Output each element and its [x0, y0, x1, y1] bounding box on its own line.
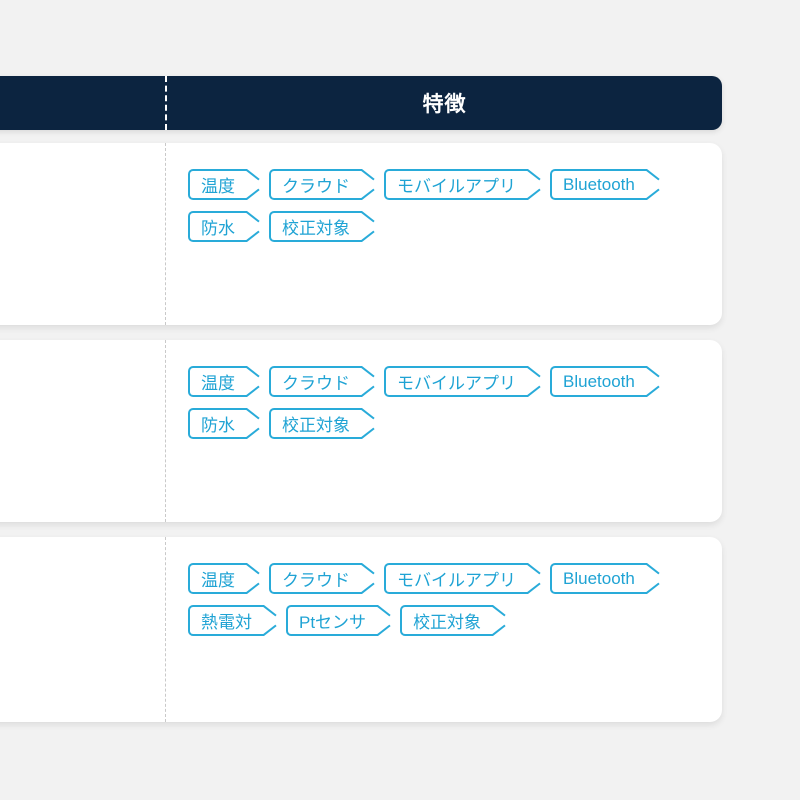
feature-tag[interactable]: Ptセンサ	[286, 605, 379, 636]
table-header-bar: 項目 特徴	[0, 76, 722, 130]
feature-tag[interactable]: モバイルアプリ	[384, 366, 528, 397]
feature-tag[interactable]: クラウド	[269, 169, 362, 200]
cell-feature-tags: 温度 クラウド モバイルアプリ Bluetooth 熱電対 Ptセンサ 校正対象	[166, 537, 722, 722]
spec-line: C	[0, 220, 147, 249]
feature-tag[interactable]: 防水	[188, 408, 247, 439]
feature-tag[interactable]: 温度	[188, 366, 247, 397]
feature-tag[interactable]: モバイルアプリ	[384, 563, 528, 594]
table-row[interactable]: °C 温度クラウドモバイルアプリ Bluetooth 防水校正対象	[0, 340, 722, 522]
cell-feature-tags: 温度 クラウド モバイルアプリ Bluetooth 防水 校正対象	[166, 340, 722, 522]
feature-tag[interactable]: 熱電対	[188, 605, 264, 636]
tag-line: 温度 クラウド モバイルアプリ Bluetooth	[188, 563, 702, 594]
table-row[interactable]: 0°C1760°C 温度クラウドモバイルアプリ Bluetooth 熱電対 Ptセンサ校…	[0, 537, 722, 722]
tag-line: 防水 校正対象	[188, 408, 702, 439]
spec-line: 1760°C	[0, 630, 147, 659]
column-header-item: 項目	[0, 76, 165, 130]
feature-tag[interactable]: 校正対象	[269, 408, 362, 439]
spec-line: 0°C	[0, 601, 147, 630]
spec-line: °C	[0, 417, 147, 446]
feature-tag[interactable]: モバイルアプリ	[384, 169, 528, 200]
feature-tag[interactable]: 温度	[188, 169, 247, 200]
tag-line: 熱電対 Ptセンサ 校正対象	[188, 605, 702, 636]
cell-item-spec: °C	[0, 340, 165, 522]
table-row[interactable]: C 温度クラウドモバイルアプリ Bluetooth 防水校正対象	[0, 143, 722, 325]
feature-tag[interactable]: 校正対象	[269, 211, 362, 242]
feature-tag[interactable]: 校正対象	[400, 605, 494, 636]
feature-tag[interactable]: Bluetooth	[550, 169, 647, 200]
tag-line: 温度 クラウド モバイルアプリ Bluetooth	[188, 366, 702, 397]
column-header-feature: 特徴	[422, 93, 467, 116]
feature-tag[interactable]: 防水	[188, 211, 247, 242]
feature-tag[interactable]: クラウド	[269, 563, 362, 594]
tag-line: 防水 校正対象	[188, 211, 702, 242]
cell-feature-tags: 温度 クラウド モバイルアプリ Bluetooth 防水 校正対象	[166, 143, 722, 325]
feature-tag[interactable]: Bluetooth	[550, 563, 647, 594]
tag-line: 温度 クラウド モバイルアプリ Bluetooth	[188, 169, 702, 200]
feature-tag[interactable]: クラウド	[269, 366, 362, 397]
cell-item-spec: 0°C1760°C	[0, 537, 165, 722]
comparison-table-viewport: 項目 特徴 C温度クラウドモバイルアプリBluetooth防水校正対象 °C温度…	[0, 0, 800, 800]
feature-tag[interactable]: 温度	[188, 563, 247, 594]
cell-item-spec: C	[0, 143, 165, 325]
feature-tag[interactable]: Bluetooth	[550, 366, 647, 397]
